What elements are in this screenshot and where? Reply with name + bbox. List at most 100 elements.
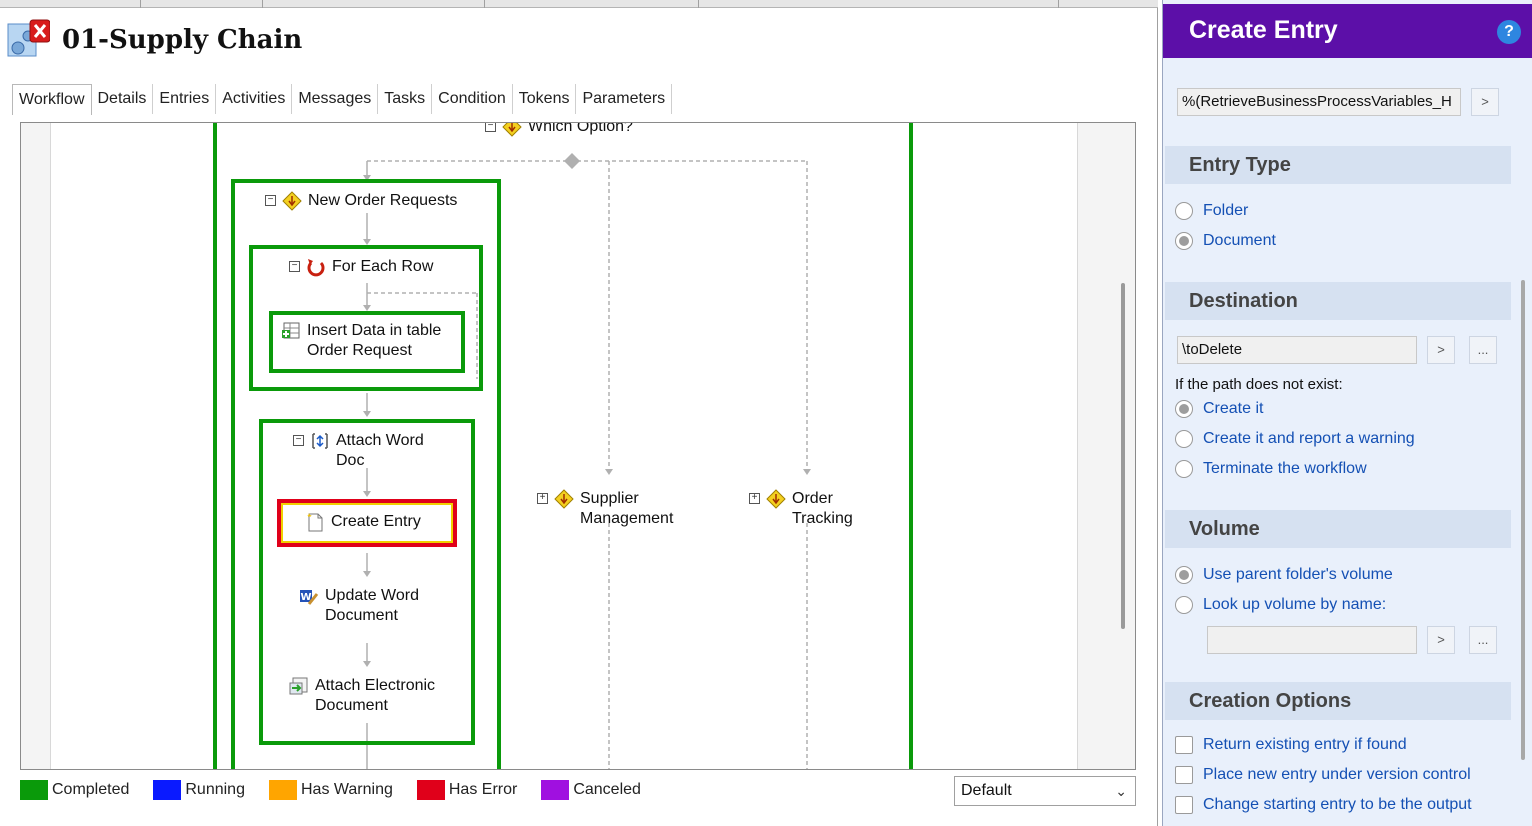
expand-icon[interactable]: +	[749, 493, 760, 504]
chevron-down-icon: ⌄	[1115, 783, 1127, 799]
tab-activities[interactable]: Activities	[216, 84, 293, 114]
order-tracking-node[interactable]: + Order Tracking	[749, 489, 853, 529]
document-tab[interactable]	[484, 0, 485, 8]
supplier-management-node[interactable]: + Supplier Management	[537, 489, 673, 529]
decision-icon	[502, 123, 522, 137]
panel-header: Create Entry ?	[1163, 4, 1532, 58]
radio-circle[interactable]	[1175, 202, 1193, 220]
view-select[interactable]: Default ⌄	[954, 776, 1136, 806]
radio-label: Document	[1203, 232, 1276, 249]
path-not-exist-label: If the path does not exist:	[1175, 376, 1343, 393]
insert-data-node[interactable]: Insert Data in table Order Request	[281, 321, 441, 361]
legend-label: Has Warning	[300, 781, 393, 798]
completed-branch-line	[909, 123, 913, 769]
change-starting-entry-checkbox[interactable]: Change starting entry to be the output	[1175, 796, 1472, 814]
workflow-header: 01-Supply Chain	[6, 18, 302, 62]
legend-swatch	[416, 780, 445, 800]
radio-circle[interactable]	[1175, 460, 1193, 478]
legend-swatch	[20, 780, 48, 800]
tab-tasks[interactable]: Tasks	[378, 84, 433, 114]
volume-name-field[interactable]	[1207, 626, 1417, 654]
decision-icon	[554, 489, 574, 509]
node-label: Update Word Document	[325, 587, 419, 624]
document-tab[interactable]	[262, 0, 263, 8]
legend-has-error: Has Error	[416, 780, 518, 800]
attach-word-doc-node[interactable]: − Attach Word Doc	[293, 431, 424, 471]
radio-circle[interactable]	[1175, 430, 1193, 448]
update-word-document-node[interactable]: W Update Word Document	[299, 586, 419, 626]
radio-label: Terminate the workflow	[1203, 460, 1367, 477]
destination-browse-button[interactable]: ...	[1469, 336, 1497, 364]
tab-details[interactable]: Details	[92, 84, 154, 114]
panel-scrollbar[interactable]	[1521, 280, 1525, 760]
checkbox-box[interactable]	[1175, 796, 1193, 814]
help-icon[interactable]: ?	[1497, 20, 1521, 44]
collapse-icon[interactable]: −	[289, 261, 300, 272]
workflow-error-icon	[6, 18, 51, 62]
word-document-icon: W	[300, 590, 319, 605]
panel-title: Create Entry	[1189, 16, 1338, 44]
entry-type-folder-radio[interactable]: Folder	[1175, 202, 1248, 220]
tab-tokens[interactable]: Tokens	[513, 84, 577, 114]
legend-swatch	[541, 780, 570, 800]
checkbox-label: Place new entry under version control	[1203, 766, 1471, 783]
workflow-designer-pane: 01-Supply Chain Workflow Details Entries…	[0, 0, 1158, 826]
which-option-node[interactable]: − Which Option?	[485, 123, 633, 137]
lookup-volume-radio[interactable]: Look up volume by name:	[1175, 596, 1386, 614]
document-tab[interactable]	[1058, 0, 1059, 8]
entry-type-document-radio[interactable]: Document	[1175, 232, 1276, 250]
node-label: Create Entry	[331, 513, 421, 530]
radio-circle[interactable]	[1175, 566, 1193, 584]
volume-heading: Volume	[1165, 510, 1511, 548]
decision-icon	[766, 489, 786, 509]
legend-label: Running	[185, 781, 245, 798]
tab-parameters[interactable]: Parameters	[576, 84, 673, 114]
version-control-checkbox[interactable]: Place new entry under version control	[1175, 766, 1471, 784]
radio-circle[interactable]	[1175, 596, 1193, 614]
canvas-scrollbar[interactable]	[1121, 283, 1125, 629]
page-title: 01-Supply Chain	[62, 25, 303, 55]
checkbox-box[interactable]	[1175, 766, 1193, 784]
create-and-warn-radio[interactable]: Create it and report a warning	[1175, 430, 1415, 448]
document-tab[interactable]	[140, 0, 141, 8]
radio-circle[interactable]	[1175, 400, 1193, 418]
tab-condition[interactable]: Condition	[432, 84, 513, 114]
create-it-radio[interactable]: Create it	[1175, 400, 1263, 418]
volume-token-button[interactable]: >	[1427, 626, 1455, 654]
tab-messages[interactable]: Messages	[292, 84, 379, 114]
volume-browse-button[interactable]: ...	[1469, 626, 1497, 654]
sequence-icon	[312, 433, 328, 449]
for-each-row-node[interactable]: − For Each Row	[289, 257, 433, 277]
return-existing-checkbox[interactable]: Return existing entry if found	[1175, 736, 1407, 754]
node-label: Supplier Management	[580, 490, 674, 527]
collapse-icon[interactable]: −	[265, 195, 276, 206]
new-order-requests-node[interactable]: − New Order Requests	[265, 191, 457, 211]
create-entry-node[interactable]: Create Entry	[305, 512, 421, 532]
entry-name-field[interactable]: %(RetrieveBusinessProcessVariables_H	[1177, 88, 1461, 116]
legend-swatch	[268, 780, 297, 800]
tab-workflow[interactable]: Workflow	[12, 84, 92, 115]
entry-name-token-button[interactable]: >	[1471, 88, 1499, 116]
tab-entries[interactable]: Entries	[153, 84, 217, 114]
workflow-canvas[interactable]: − Which Option? − New Order Requests − F…	[20, 122, 1136, 770]
attach-electronic-document-node[interactable]: Attach Electronic Document	[289, 676, 435, 716]
connector-lines	[363, 153, 811, 769]
legend-swatch	[153, 780, 182, 800]
radio-circle[interactable]	[1175, 232, 1193, 250]
legend-canceled: Canceled	[541, 780, 641, 800]
legend-label: Has Error	[448, 781, 518, 798]
radio-label: Folder	[1203, 202, 1249, 219]
legend-has-warning: Has Warning	[268, 780, 393, 800]
terminate-workflow-radio[interactable]: Terminate the workflow	[1175, 460, 1367, 478]
checkbox-box[interactable]	[1175, 736, 1193, 754]
expand-icon[interactable]: +	[537, 493, 548, 504]
node-label: Order Tracking	[792, 490, 853, 527]
destination-heading: Destination	[1165, 282, 1511, 320]
document-tab-strip	[0, 0, 1158, 8]
collapse-icon[interactable]: −	[293, 435, 304, 446]
collapse-icon[interactable]: −	[485, 123, 496, 132]
parent-volume-radio[interactable]: Use parent folder's volume	[1175, 566, 1393, 584]
destination-path-field[interactable]: \toDelete	[1177, 336, 1417, 364]
destination-token-button[interactable]: >	[1427, 336, 1455, 364]
document-tab[interactable]	[698, 0, 699, 8]
